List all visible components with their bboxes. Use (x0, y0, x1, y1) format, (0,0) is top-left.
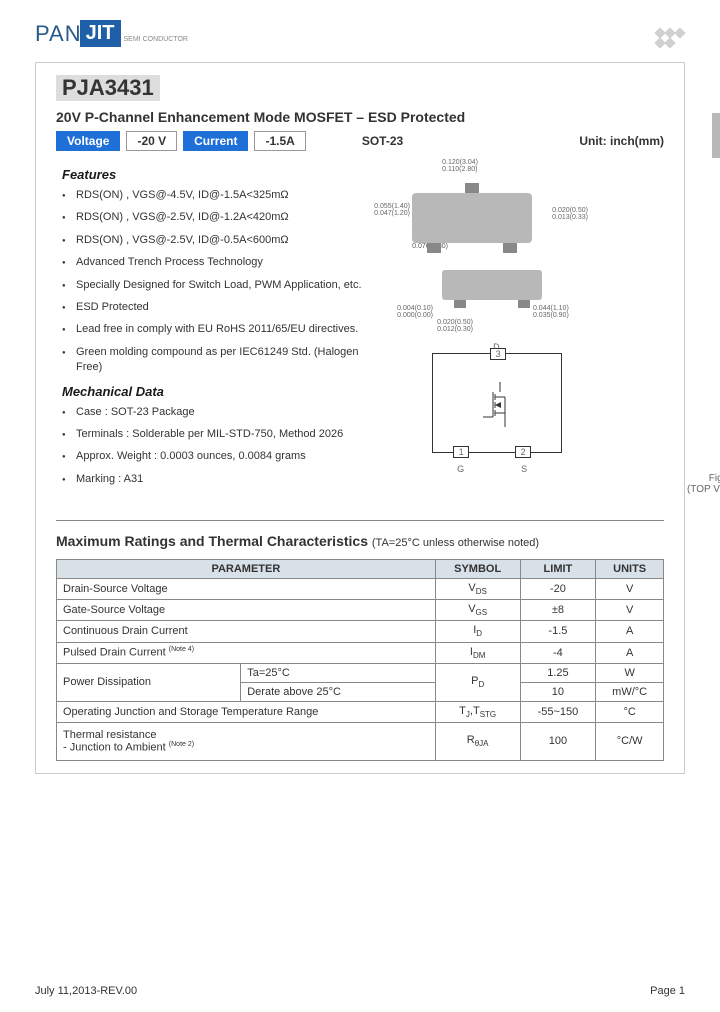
voltage-label: Voltage (56, 131, 120, 151)
current-value: -1.5A (254, 131, 305, 151)
company-logo: PAN JIT SEMI CONDUCTOR (35, 20, 685, 47)
schematic-diagram: D 3 1 2 G S (432, 353, 562, 453)
mosfet-symbol-icon (483, 382, 518, 427)
feature-item: Green molding compound as per IEC61249 S… (62, 345, 372, 376)
table-row: Operating Junction and Storage Temperatu… (57, 701, 664, 722)
table-row: Gate-Source Voltage VGS ±8 V (57, 600, 664, 621)
current-label: Current (183, 131, 248, 151)
logo-text-1: PAN (35, 21, 82, 47)
col-units: UNITS (596, 560, 664, 579)
table-row: Pulsed Drain Current (Note 4) IDM -4 A (57, 642, 664, 663)
logo-subtitle: SEMI CONDUCTOR (124, 36, 188, 43)
features-heading: Features (62, 167, 372, 182)
mechanical-item: Terminals : Solderable per MIL-STD-750, … (62, 427, 372, 442)
part-number-box: PJA3431 (56, 75, 160, 101)
gate-label: G (457, 464, 464, 474)
mechanical-item: Case : SOT-23 Package (62, 405, 372, 420)
feature-item: RDS(ON) , VGS@-2.5V, ID@-1.2A<420mΩ (62, 210, 372, 225)
pin-3: 3 (490, 348, 506, 360)
table-row: Continuous Drain Current ID -1.5 A (57, 621, 664, 642)
unit-label: Unit: inch(mm) (579, 134, 664, 148)
pin-1: 1 (453, 446, 469, 458)
logo-text-2: JIT (80, 20, 121, 47)
content-area: PJA3431 20V P-Channel Enhancement Mode M… (35, 62, 685, 774)
feature-item: RDS(ON) , VGS@-2.5V, ID@-0.5A<600mΩ (62, 233, 372, 248)
package-top-view (412, 193, 532, 243)
ratings-heading: Maximum Ratings and Thermal Characterist… (56, 520, 664, 549)
source-label: S (521, 464, 527, 474)
table-header-row: PARAMETER SYMBOL LIMIT UNITS (57, 560, 664, 579)
mechanical-item: Approx. Weight : 0.0003 ounces, 0.0084 g… (62, 449, 372, 464)
package-label: SOT-23 (362, 134, 403, 148)
col-symbol: SYMBOL (435, 560, 520, 579)
feature-item: Advanced Trench Process Technology (62, 255, 372, 270)
feature-item: Lead free in comply with EU RoHS 2011/65… (62, 322, 372, 337)
table-row: Thermal resistance - Junction to Ambient… (57, 722, 664, 760)
spec-row: Voltage -20 V Current -1.5A SOT-23 Unit:… (56, 131, 664, 151)
package-diagram-area: 0.120(3.04)0.110(2.80) 0.055(1.40) 0.047… (372, 159, 720, 495)
dim-text: 0.120(3.04)0.110(2.80) (442, 159, 720, 173)
col-limit: LIMIT (520, 560, 596, 579)
voltage-value: -20 V (126, 131, 177, 151)
logo-decoration (655, 28, 685, 48)
left-column: Features RDS(ON) , VGS@-4.5V, ID@-1.5A<3… (56, 159, 372, 495)
feature-item: Specially Designed for Switch Load, PWM … (62, 278, 372, 293)
part-number: PJA3431 (62, 75, 154, 100)
ratings-table: PARAMETER SYMBOL LIMIT UNITS Drain-Sourc… (56, 559, 664, 761)
mechanical-item: Marking : A31 (62, 472, 372, 487)
features-list: RDS(ON) , VGS@-4.5V, ID@-1.5A<325mΩ RDS(… (56, 188, 372, 376)
figure-label: Fig.180 (TOP VIEW) (382, 473, 720, 495)
mechanical-list: Case : SOT-23 Package Terminals : Solder… (56, 405, 372, 488)
mechanical-heading: Mechanical Data (62, 384, 372, 399)
table-row: Drain-Source Voltage VDS -20 V (57, 579, 664, 600)
package-side-view (712, 113, 720, 158)
product-subtitle: 20V P-Channel Enhancement Mode MOSFET – … (56, 109, 664, 125)
feature-item: RDS(ON) , VGS@-4.5V, ID@-1.5A<325mΩ (62, 188, 372, 203)
feature-item: ESD Protected (62, 300, 372, 315)
table-row: Power Dissipation Ta=25°C PD 1.25 W (57, 663, 664, 682)
footer-page: Page 1 (650, 985, 685, 997)
package-bottom-view (442, 270, 542, 300)
col-parameter: PARAMETER (57, 560, 436, 579)
pin-2: 2 (515, 446, 531, 458)
footer-date: July 11,2013-REV.00 (35, 985, 137, 997)
page-footer: July 11,2013-REV.00 Page 1 (35, 985, 685, 997)
